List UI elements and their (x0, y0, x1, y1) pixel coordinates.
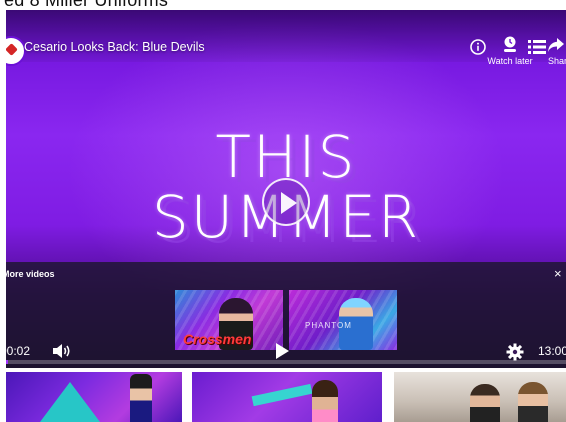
thumbnail-figure (130, 374, 152, 422)
suggestion-subcaption: PHANTOM (305, 321, 352, 330)
play-icon[interactable] (274, 342, 290, 360)
progress-bar[interactable] (6, 360, 566, 364)
thumbnail-figure (470, 384, 500, 422)
thumbnail-shape (40, 382, 100, 422)
thumbnail-2[interactable] (192, 372, 382, 422)
share-icon (548, 36, 564, 54)
time-total: 13:00 (538, 344, 566, 358)
volume-icon[interactable] (52, 343, 72, 359)
watch-later-label: Watch later (487, 56, 533, 66)
share-button[interactable]: Shar (546, 36, 566, 66)
gear-icon[interactable] (506, 343, 524, 361)
related-videos-row (6, 368, 566, 422)
thumbnail-1[interactable] (6, 372, 182, 422)
thumbnail-shape (251, 383, 313, 407)
page: ed 8 Miller Uniforms Cesario Looks Back:… (0, 0, 566, 422)
thumbnail-figure (312, 380, 338, 422)
center-play-button[interactable] (262, 178, 310, 226)
playlist-icon[interactable] (528, 40, 546, 54)
progress-fill (6, 360, 8, 364)
time-current: 00:02 (6, 344, 31, 358)
more-videos-label: More videos (6, 269, 55, 279)
video-title[interactable]: Cesario Looks Back: Blue Devils (24, 40, 205, 54)
close-icon[interactable]: × (554, 267, 562, 280)
thumbnail-figure (518, 382, 548, 422)
clock-icon (502, 36, 518, 54)
video-player[interactable]: Cesario Looks Back: Blue Devils Watch la… (6, 10, 566, 368)
thumbnail-3[interactable] (394, 372, 566, 422)
share-label: Shar (548, 56, 566, 66)
